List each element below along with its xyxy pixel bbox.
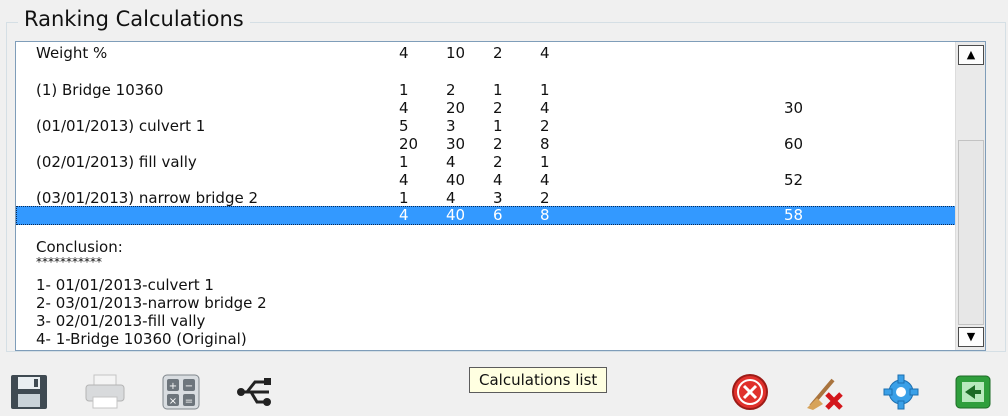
- conclusion-item: 1- 01/01/2013-culvert 1: [36, 276, 214, 294]
- row-label: Weight %: [36, 44, 108, 62]
- row-value: 2: [493, 99, 503, 117]
- row-total: 58: [784, 206, 804, 224]
- list-item[interactable]: 4 20 2 4 30: [16, 99, 956, 118]
- svg-text:−: −: [185, 381, 193, 392]
- row-value: 1: [540, 81, 550, 99]
- row-value: 4: [540, 171, 550, 189]
- clear-icon: [807, 378, 843, 410]
- exit-button[interactable]: [948, 370, 998, 414]
- conclusion-item: 2- 03/01/2013-narrow bridge 2: [36, 294, 267, 312]
- list-item[interactable]: (02/01/2013) fill vally 1 4 2 1: [16, 153, 956, 172]
- settings-button[interactable]: [876, 370, 926, 414]
- svg-text:+: +: [169, 381, 177, 392]
- settings-icon: [883, 374, 919, 410]
- save-icon: [11, 375, 47, 409]
- row-value: 40: [446, 206, 466, 224]
- conclusion-stars: ***********: [36, 255, 102, 269]
- scroll-down-button[interactable]: ▼: [958, 327, 984, 347]
- calculator-button[interactable]: + − × =: [156, 370, 206, 414]
- scroll-up-button[interactable]: ▲: [958, 45, 984, 65]
- row-value: 2: [493, 44, 503, 62]
- list-item[interactable]: (01/01/2013) culvert 1 5 3 1 2: [16, 117, 956, 136]
- scroll-thumb[interactable]: [958, 140, 984, 325]
- calculator-icon: + − × =: [162, 374, 200, 410]
- list-item[interactable]: Weight % 4 10 2 4: [16, 44, 956, 63]
- group-title: Ranking Calculations: [18, 7, 250, 31]
- row-value: 1: [399, 81, 409, 99]
- row-value: 20: [399, 135, 419, 153]
- row-value: 4: [399, 206, 409, 224]
- row-value: 5: [399, 117, 409, 135]
- row-label: (02/01/2013) fill vally: [36, 153, 197, 171]
- row-value: 4: [399, 44, 409, 62]
- row-value: 40: [446, 171, 466, 189]
- print-icon: [85, 374, 125, 409]
- row-value: 2: [493, 153, 503, 171]
- row-value: 1: [493, 117, 503, 135]
- row-label: (01/01/2013) culvert 1: [36, 117, 206, 135]
- usb-button[interactable]: [230, 370, 280, 414]
- row-value: 10: [446, 44, 466, 62]
- row-value: 1: [540, 153, 550, 171]
- row-value: 6: [493, 206, 503, 224]
- row-value: 2: [540, 117, 550, 135]
- close-icon: [732, 374, 768, 410]
- print-button[interactable]: [80, 370, 130, 414]
- list-item[interactable]: (1) Bridge 10360 1 2 1 1: [16, 81, 956, 100]
- calculations-list-tooltip: Calculations list: [469, 367, 608, 393]
- calculations-list[interactable]: Weight % 4 10 2 4 (1) Bridge 10360 1 2 1…: [15, 41, 986, 351]
- row-value: 1: [399, 153, 409, 171]
- close-button[interactable]: [725, 370, 775, 414]
- conclusion-heading: Conclusion:: [36, 238, 123, 256]
- row-value: 30: [446, 135, 466, 153]
- row-value: 2: [493, 135, 503, 153]
- row-value: 8: [540, 206, 550, 224]
- row-value: 4: [493, 171, 503, 189]
- row-value: 3: [446, 117, 456, 135]
- row-value: 4: [540, 99, 550, 117]
- row-value: 4: [446, 153, 456, 171]
- row-total: 30: [784, 99, 804, 117]
- row-value: 2: [446, 81, 456, 99]
- row-value: 4: [399, 171, 409, 189]
- row-value: 20: [446, 99, 466, 117]
- list-item[interactable]: 4 40 4 4 52: [16, 171, 956, 190]
- row-total: 52: [784, 171, 804, 189]
- list-item-selected[interactable]: 4 40 6 8 58: [16, 206, 956, 225]
- svg-text:=: =: [185, 396, 193, 407]
- list-item[interactable]: 20 30 2 8 60: [16, 135, 956, 154]
- save-button[interactable]: [4, 370, 54, 414]
- row-value: 1: [493, 81, 503, 99]
- exit-icon: [955, 375, 991, 409]
- svg-text:×: ×: [169, 396, 177, 407]
- row-value: 8: [540, 135, 550, 153]
- conclusion-item: 4- 1-Bridge 10360 (Original): [36, 330, 247, 348]
- row-value: 4: [540, 44, 550, 62]
- clear-button[interactable]: [800, 370, 850, 414]
- row-total: 60: [784, 135, 804, 153]
- usb-icon: [237, 378, 271, 406]
- row-value: 4: [399, 99, 409, 117]
- conclusion-item: 3- 02/01/2013-fill vally: [36, 312, 206, 330]
- row-label: (1) Bridge 10360: [36, 81, 164, 99]
- vertical-scrollbar[interactable]: ▲ ▼: [955, 42, 985, 350]
